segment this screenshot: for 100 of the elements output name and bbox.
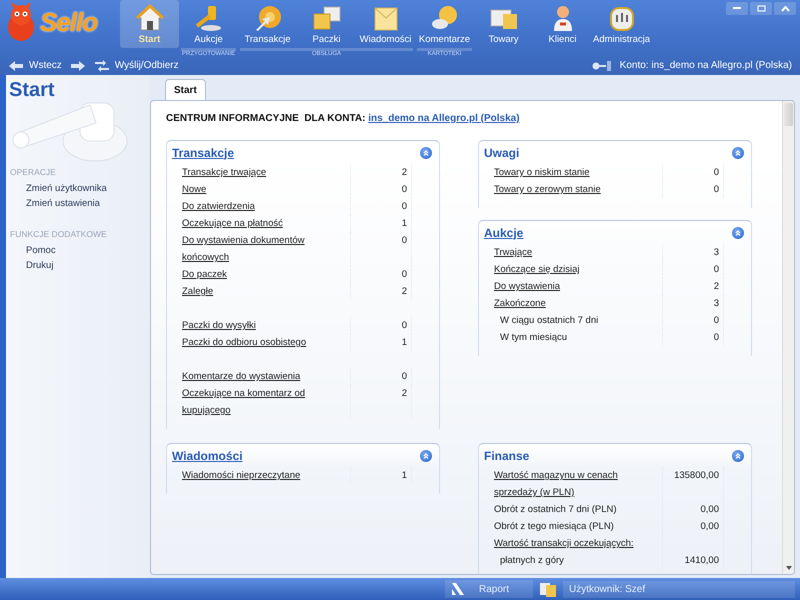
stat-link[interactable]: Do wystawienia xyxy=(478,278,662,295)
tab[interactable]: Start xyxy=(165,79,206,100)
stat-value: 0 xyxy=(402,269,407,280)
stat-link[interactable]: Trwające xyxy=(478,244,662,261)
stat-value: 1 xyxy=(402,470,407,481)
scrollbar[interactable] xyxy=(782,101,794,574)
minimize-button[interactable] xyxy=(726,2,748,15)
stat-link[interactable]: Do paczek xyxy=(166,266,350,283)
restore-button[interactable] xyxy=(750,2,772,15)
sidebar-title: Start xyxy=(9,79,55,102)
box-icon xyxy=(312,4,342,32)
stat-link[interactable]: Paczki do odbioru osobistego xyxy=(166,334,350,351)
stat-value: 0 xyxy=(402,201,407,212)
stat-value: 2 xyxy=(402,286,407,297)
chevron-up-icon xyxy=(780,6,790,12)
sidebar-link[interactable]: Drukuj xyxy=(6,260,150,275)
collapse-button[interactable] xyxy=(732,146,744,158)
chevron-up-icon xyxy=(735,150,741,156)
sidebar-heading: FUNKCJE DODATKOWE xyxy=(9,229,108,241)
sidebar-link[interactable]: Zmień ustawienia xyxy=(6,198,150,213)
send-receive-button[interactable]: Wyślij/Odbierz xyxy=(94,60,179,72)
stat-link[interactable]: Transakcje trwające xyxy=(166,164,350,181)
stat-value: 3 xyxy=(714,247,719,258)
stat-value: 0,00 xyxy=(700,504,719,515)
collapse-button[interactable] xyxy=(732,226,744,238)
stat-label: Obrót z tego miesiąca (PLN) xyxy=(493,520,615,534)
section-title-link[interactable]: Transakcje xyxy=(172,146,234,160)
collapse-button[interactable] xyxy=(420,450,432,462)
stat-value: 0 xyxy=(402,320,407,331)
stat-link[interactable]: Oczekujące na komentarz od kupującego xyxy=(166,385,350,419)
toolbar-button[interactable]: Wiadomości xyxy=(356,0,415,48)
arrow-right-icon xyxy=(70,60,86,72)
stat-value: 1 xyxy=(402,218,407,229)
chevron-up-icon xyxy=(423,150,429,156)
stat-value: 0 xyxy=(402,371,407,382)
section-title: Finanse xyxy=(484,448,530,462)
forward-button[interactable] xyxy=(70,60,86,72)
stat-link[interactable]: Towary o niskim stanie xyxy=(478,164,662,181)
stat-link[interactable]: Oczekujące na płatność xyxy=(166,215,350,232)
scrollbar-thumb[interactable] xyxy=(784,103,793,126)
stat-link[interactable]: Wartość magazynu w cenach sprzedaży (w PLN) xyxy=(478,467,662,501)
toolbar-button[interactable]: Klienci xyxy=(533,0,592,48)
caret-down-icon xyxy=(786,566,792,570)
stat-link[interactable]: Do wystawienia dokumentów końcowych xyxy=(166,232,350,266)
stat-value: 0 xyxy=(714,264,719,275)
arrow-left-icon xyxy=(8,60,24,72)
stat-link[interactable]: Zaległe xyxy=(166,283,350,300)
collapse-button[interactable] xyxy=(732,450,744,462)
stat-link[interactable]: Nowe xyxy=(166,181,350,198)
stat-value: 0 xyxy=(714,184,719,195)
sidebar-heading: OPERACJE xyxy=(9,167,57,179)
stat-value: 0 xyxy=(402,184,407,195)
section-title: Uwagi xyxy=(484,146,520,160)
toolbar-button[interactable]: Paczki xyxy=(297,0,356,48)
minimize-icon xyxy=(733,7,741,10)
section-title-link[interactable]: Wiadomości xyxy=(172,448,243,462)
stat-value: 0,00 xyxy=(700,521,719,532)
stat-value: 0 xyxy=(714,332,719,343)
collapse-button[interactable] xyxy=(774,2,796,15)
stat-label: płatnych z góry xyxy=(499,554,565,568)
stat-value: 2 xyxy=(402,388,407,399)
key-icon xyxy=(592,60,612,72)
stat-link[interactable]: Komentarze do wystawienia xyxy=(166,368,350,385)
report-icon xyxy=(451,582,465,596)
arrows-icon xyxy=(94,60,110,72)
toolbar-button[interactable]: Komentarze xyxy=(415,0,474,48)
back-button[interactable]: Wstecz xyxy=(8,60,62,72)
stat-value: 0 xyxy=(714,167,719,178)
gavel-icon xyxy=(194,4,224,32)
toolbar-button[interactable]: Towary xyxy=(474,0,533,48)
stat-label: W ciągu ostatnich 7 dni xyxy=(499,314,600,328)
collapse-button[interactable] xyxy=(420,146,432,158)
toolbar-button[interactable]: Aukcje xyxy=(179,0,238,48)
section-title-link[interactable]: Aukcje xyxy=(484,226,524,240)
restore-icon xyxy=(756,5,766,12)
stat-link[interactable]: Zakończone xyxy=(478,295,662,312)
stat-label: W tym miesiącu xyxy=(499,331,568,345)
sidebar-link[interactable]: Pomoc xyxy=(6,245,150,260)
stat-link[interactable]: Wiadomości nieprzeczytane xyxy=(166,467,350,484)
account-label: Konto: ins_demo na Allegro.pl (Polska) xyxy=(620,60,792,71)
stat-link[interactable]: Towary o zerowym stanie xyxy=(478,181,662,198)
stat-value: 1410,00 xyxy=(684,555,719,566)
stat-link[interactable]: Paczki do wysyłki xyxy=(166,317,350,334)
house-icon xyxy=(134,4,164,32)
stat-value: 3 xyxy=(714,298,719,309)
stat-value: 1 xyxy=(402,337,407,348)
toolbar-button[interactable]: Transakcje xyxy=(238,0,297,48)
app-logo: Sello xyxy=(40,6,98,38)
sidebar-link[interactable]: Zmień użytkownika xyxy=(6,183,150,198)
toolbar-button[interactable]: Administracja xyxy=(592,0,651,48)
account-link[interactable]: ins_demo na Allegro.pl (Polska) xyxy=(368,113,520,124)
stat-link[interactable]: Do zatwierdzenia xyxy=(166,198,350,215)
user-label: Użytkownik: Szef xyxy=(563,580,795,598)
stat-value: 2 xyxy=(714,281,719,292)
stat-link[interactable]: Wartość transakcji oczekujących: xyxy=(478,535,662,552)
chevron-up-icon xyxy=(735,452,741,458)
stat-label: Obrót z ostatnich 7 dni (PLN) xyxy=(493,503,618,517)
stat-value: 0 xyxy=(714,315,719,326)
stat-value: 135800,00 xyxy=(674,470,719,481)
stat-link[interactable]: Kończące się dzisiaj xyxy=(478,261,662,278)
